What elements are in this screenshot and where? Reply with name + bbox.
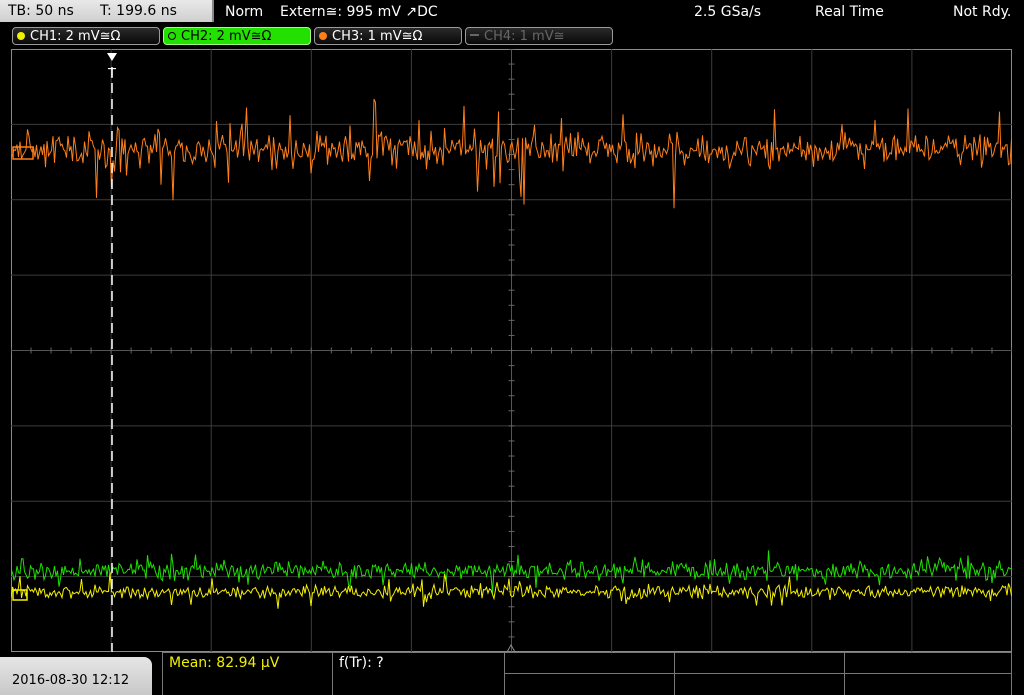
ftr-measurement: f(Tr): ? — [339, 655, 384, 671]
measurement-cell-empty-5[interactable] — [844, 652, 1012, 673]
ch1-dot-icon — [17, 32, 25, 40]
measurement-cell-empty-6[interactable] — [844, 673, 1012, 695]
ch2-dot-icon — [168, 32, 176, 40]
acquisition-mode: Real Time — [815, 4, 884, 20]
trigger-mode[interactable]: Norm — [225, 0, 263, 24]
measurement-cell-empty-4[interactable] — [674, 673, 844, 695]
channel-tab-ch2[interactable]: CH2: 2 mV≅Ω — [163, 27, 311, 45]
measurement-cell-empty-1[interactable] — [504, 652, 674, 673]
ch4-label: CH4: 1 mV≅ — [484, 29, 565, 44]
measurement-cell-empty-2[interactable] — [504, 673, 674, 695]
status-bar: TB: 50 ns T: 199.6 ns Norm Extern≅: 995 … — [0, 0, 1024, 24]
measurement-cell-mean[interactable]: Mean: 82.94 µV — [162, 652, 332, 695]
ch3-label: CH3: 1 mV≅Ω — [332, 29, 423, 44]
mean-measurement: Mean: 82.94 µV — [169, 655, 280, 671]
channel-tab-ch4[interactable]: CH4: 1 mV≅ — [465, 27, 613, 45]
acquisition-state: Not Rdy. — [953, 4, 1012, 20]
ch1-label: CH1: 2 mV≅Ω — [30, 29, 121, 44]
trigger-marker-icon[interactable] — [107, 53, 117, 61]
trigger-marker-label: T — [107, 67, 116, 82]
channel-tab-ch1[interactable]: CH1: 2 mV≅Ω — [12, 27, 160, 45]
ch3-dot-icon — [319, 32, 327, 40]
measurement-bar: Mean: 82.94 µV f(Tr): ? — [162, 652, 1012, 695]
datetime-value: 2016-08-30 12:12 — [12, 673, 130, 688]
measurement-cell-ftr[interactable]: f(Tr): ? — [332, 652, 504, 695]
trigger-source[interactable]: Extern≅: 995 mV ↗DC — [280, 0, 438, 24]
sample-rate: 2.5 GSa/s — [694, 4, 762, 20]
waveform-canvas: T — [11, 49, 1012, 652]
measurement-cell-empty-3[interactable] — [674, 652, 844, 673]
timebase-box[interactable]: TB: 50 ns T: 199.6 ns — [0, 0, 214, 22]
graticule — [11, 49, 1012, 652]
timebase-value: TB: 50 ns — [8, 3, 74, 19]
ch4-off-icon — [470, 34, 479, 36]
trigger-position-value: T: 199.6 ns — [100, 3, 177, 19]
datetime-box: 2016-08-30 12:12 — [0, 657, 152, 695]
channel-tab-ch3[interactable]: CH3: 1 mV≅Ω — [314, 27, 462, 45]
ch2-label: CH2: 2 mV≅Ω — [181, 29, 272, 44]
